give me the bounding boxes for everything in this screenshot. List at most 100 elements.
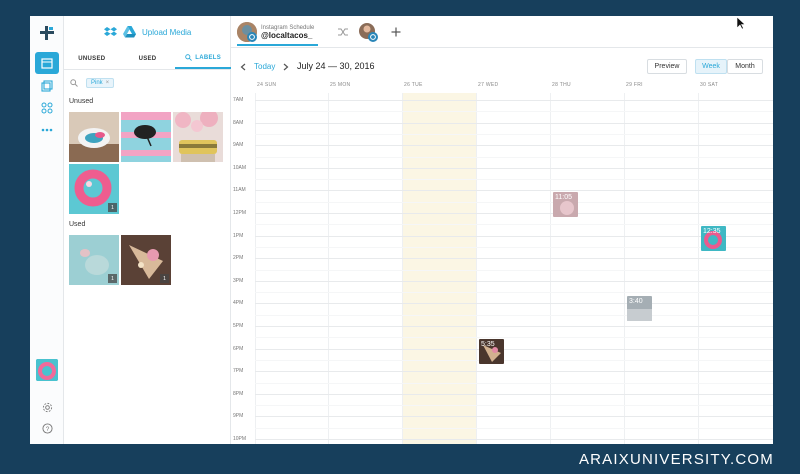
tab-unused[interactable]: UNUSED: [64, 48, 120, 69]
date-range: July 24 — 30, 2016: [297, 61, 375, 71]
image-stack-icon: [41, 80, 53, 92]
half-hour-gridline: [255, 292, 773, 294]
day-header[interactable]: 30 SAT: [700, 82, 718, 88]
shuffle-icon[interactable]: [337, 26, 349, 38]
calendar-nav-button[interactable]: [35, 52, 59, 74]
half-hour-gridline: [255, 269, 773, 271]
month-view-button[interactable]: Month: [727, 59, 763, 74]
hour-label: 2PM: [233, 255, 244, 262]
add-account-icon[interactable]: [390, 26, 402, 38]
hour-label: 10PM: [233, 436, 247, 442]
chevron-right-icon[interactable]: [283, 63, 289, 71]
day-header[interactable]: 28 THU: [552, 82, 571, 88]
media-thumb[interactable]: [69, 112, 119, 162]
account-avatar-secondary[interactable]: [358, 22, 378, 42]
upload-media-label: Upload Media: [142, 27, 192, 37]
half-hour-gridline: [255, 246, 773, 248]
hour-label: 10AM: [233, 164, 247, 171]
more-dots-icon: [41, 128, 53, 132]
network-icon: [41, 102, 53, 114]
tab-labels[interactable]: LABELS: [175, 48, 232, 69]
user-avatar[interactable]: [36, 359, 58, 381]
day-header[interactable]: 29 FRI: [626, 82, 643, 88]
more-nav-button[interactable]: [35, 119, 59, 141]
label-filter[interactable]: Pink ×: [70, 76, 225, 90]
hour-gridline: [255, 258, 773, 260]
preview-button[interactable]: Preview: [647, 59, 687, 74]
hour-gridline: [255, 190, 773, 192]
media-thumb[interactable]: 1: [69, 235, 119, 285]
half-hour-gridline: [255, 201, 773, 203]
hour-gridline: [255, 303, 773, 305]
half-hour-gridline: [255, 156, 773, 158]
hour-gridline: [255, 280, 773, 282]
usage-count-badge: 1: [108, 274, 117, 283]
brand-watermark: ARAIXUNIVERSITY.COM: [578, 451, 774, 468]
hour-label: 7AM: [233, 97, 244, 103]
media-thumb[interactable]: [173, 112, 223, 162]
analytics-nav-button[interactable]: [35, 97, 59, 119]
dropbox-icon[interactable]: [104, 26, 117, 38]
day-header[interactable]: 25 MON: [330, 82, 350, 88]
scheduled-post[interactable]: 11:05: [553, 192, 578, 218]
tab-used[interactable]: USED: [120, 48, 176, 69]
media-thumb[interactable]: 1: [121, 235, 171, 285]
account-name: @localtacos_: [261, 30, 313, 40]
gear-icon: [42, 402, 52, 412]
app-logo[interactable]: [38, 24, 56, 42]
usage-count-badge: 1: [160, 274, 169, 283]
close-icon[interactable]: ×: [106, 80, 110, 86]
today-button[interactable]: Today: [254, 62, 275, 71]
hour-gridline: [255, 348, 773, 350]
hour-label: 9PM: [233, 413, 244, 420]
hour-gridline: [255, 235, 773, 237]
hour-gridline: [255, 122, 773, 124]
scheduled-post[interactable]: 12:35: [701, 226, 726, 252]
unused-section-title: Unused: [69, 98, 94, 105]
media-thumb[interactable]: [121, 112, 171, 162]
hour-label: 9AM: [233, 142, 244, 149]
media-library-nav-button[interactable]: [35, 75, 59, 97]
settings-button[interactable]: [35, 396, 59, 418]
scheduled-post-time: 3:40: [629, 297, 643, 305]
half-hour-gridline: [255, 382, 773, 384]
day-header[interactable]: 24 SUN: [257, 82, 276, 88]
account-avatar: [237, 22, 257, 42]
hour-gridline: [255, 145, 773, 147]
hour-gridline: [255, 100, 773, 101]
hour-label: 11AM: [233, 187, 246, 194]
chevron-left-icon[interactable]: [240, 63, 246, 71]
tab-labels-label: LABELS: [195, 54, 222, 61]
help-icon: ?: [41, 422, 53, 434]
google-drive-icon[interactable]: [123, 26, 136, 38]
half-hour-gridline: [255, 337, 773, 339]
day-header[interactable]: 27 WED: [478, 82, 498, 88]
hour-gridline: [255, 371, 773, 373]
scheduled-post-time: 11:05: [555, 194, 572, 202]
account-bar: Instagram Schedule @localtacos_: [231, 16, 773, 48]
day-header[interactable]: 26 TUE: [404, 82, 423, 88]
scheduled-post[interactable]: 5:35: [479, 339, 504, 365]
scheduled-post-time: 12:35: [703, 228, 721, 236]
search-icon: [70, 79, 78, 87]
svg-text:?: ?: [45, 425, 49, 432]
filter-chip-pink[interactable]: Pink ×: [86, 78, 115, 88]
used-section-title: Used: [69, 221, 86, 228]
media-thumb[interactable]: 1: [69, 164, 119, 214]
half-hour-gridline: [255, 224, 773, 226]
scheduled-post[interactable]: 3:40: [627, 295, 652, 321]
hour-label: 8AM: [233, 119, 244, 126]
usage-count-badge: 1: [108, 203, 117, 212]
search-icon: [185, 54, 193, 61]
hour-label: 8PM: [233, 390, 244, 397]
week-view-button[interactable]: Week: [695, 59, 727, 74]
help-button[interactable]: ?: [35, 417, 59, 439]
left-rail: ?: [30, 16, 64, 444]
account-subtitle: Instagram Schedule: [261, 24, 315, 31]
hour-label: 6PM: [233, 345, 244, 352]
upload-media-button[interactable]: Upload Media: [104, 26, 191, 38]
account-tab[interactable]: Instagram Schedule @localtacos_: [237, 20, 319, 46]
media-tabs: UNUSED USED LABELS: [64, 48, 232, 70]
hour-label: 12PM: [233, 210, 247, 216]
half-hour-gridline: [255, 314, 773, 316]
